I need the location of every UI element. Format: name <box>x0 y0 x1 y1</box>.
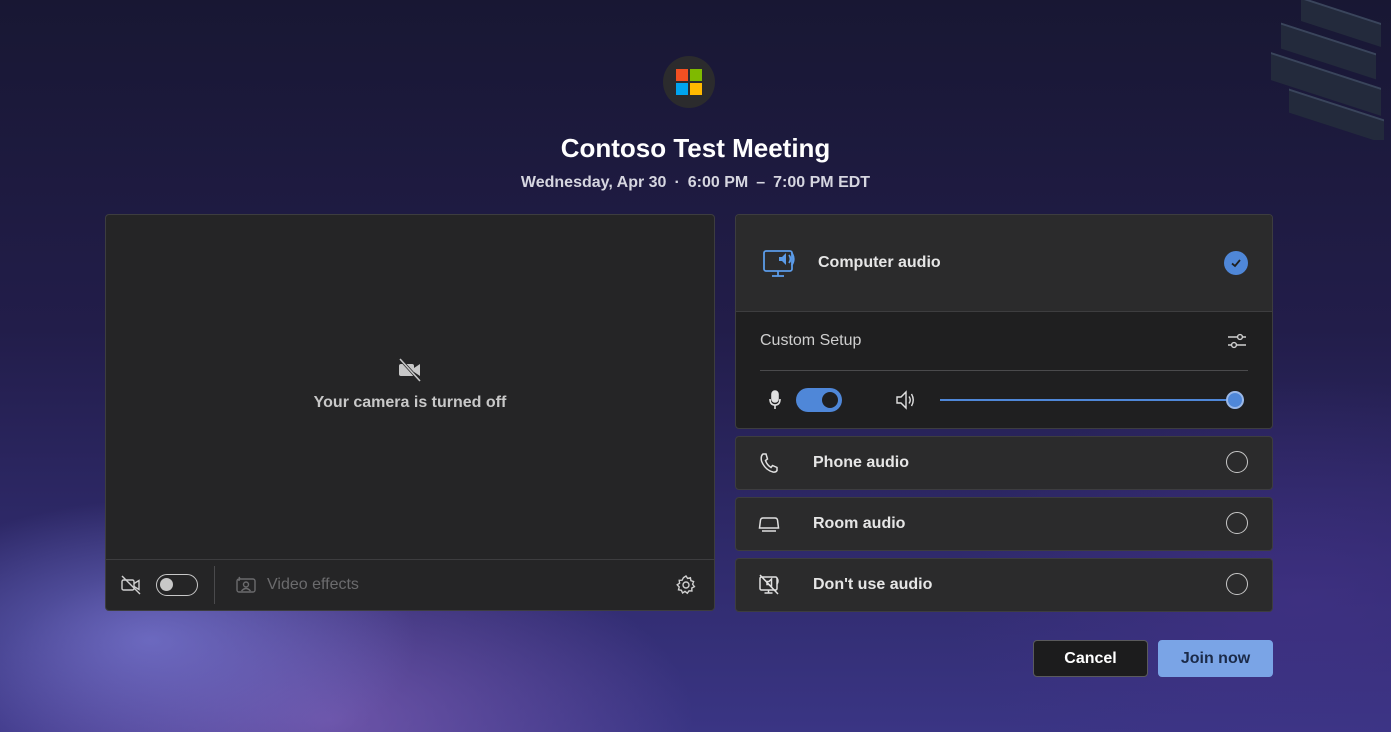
video-effects-button[interactable]: Video effects <box>235 575 359 595</box>
cancel-button[interactable]: Cancel <box>1033 640 1148 677</box>
meeting-time: Wednesday, Apr 30 · 6:00 PM –7:00 PM EDT <box>0 174 1391 192</box>
no-audio-option[interactable]: Don't use audio <box>735 558 1273 612</box>
meeting-end-time: 7:00 PM EDT <box>773 174 871 191</box>
audio-controls <box>736 371 1272 428</box>
phone-audio-option[interactable]: Phone audio <box>735 436 1273 490</box>
logo-square-yellow <box>690 83 702 95</box>
room-audio-option[interactable]: Room audio <box>735 497 1273 551</box>
microphone-icon <box>768 389 782 411</box>
speaker-volume-track <box>940 399 1244 401</box>
microphone-toggle-knob <box>822 392 838 408</box>
no-audio-label: Don't use audio <box>813 576 933 593</box>
logo-square-blue <box>676 83 688 95</box>
audio-settings-sliders-icon[interactable] <box>1226 331 1248 351</box>
computer-audio-icon <box>762 246 798 280</box>
background-decoration <box>1261 0 1391 140</box>
video-effects-label: Video effects <box>267 576 359 593</box>
phone-icon <box>758 452 794 474</box>
phone-audio-radio[interactable] <box>1226 451 1248 473</box>
no-audio-icon <box>758 573 794 597</box>
dot-separator: · <box>674 174 680 191</box>
microsoft-logo <box>663 56 715 108</box>
meeting-date: Wednesday, Apr 30 <box>520 174 667 191</box>
computer-audio-panel: Computer audio Custom Setup <box>735 214 1273 429</box>
custom-setup-label: Custom Setup <box>760 332 862 349</box>
room-device-icon <box>758 514 794 534</box>
room-audio-radio[interactable] <box>1226 512 1248 534</box>
logo-square-green <box>690 69 702 81</box>
camera-off-text: Your camera is turned off <box>313 394 507 411</box>
phone-audio-label: Phone audio <box>813 454 909 471</box>
join-now-button[interactable]: Join now <box>1158 640 1273 677</box>
camera-off-message: Your camera is turned off <box>106 357 714 412</box>
microphone-toggle[interactable] <box>796 388 842 412</box>
computer-audio-option[interactable]: Computer audio <box>736 215 1272 312</box>
meeting-start-time: 6:00 PM <box>687 174 749 191</box>
logo-square-red <box>676 69 688 81</box>
custom-setup-row: Custom Setup <box>760 312 1248 371</box>
meeting-title: Contoso Test Meeting <box>560 133 831 163</box>
speaker-volume-slider[interactable] <box>940 390 1244 410</box>
computer-audio-label: Computer audio <box>818 254 941 271</box>
camera-off-icon <box>397 357 423 387</box>
camera-toggle[interactable] <box>156 574 198 596</box>
speaker-volume-thumb[interactable] <box>1226 391 1244 409</box>
device-settings-icon[interactable] <box>675 574 697 596</box>
toolbar-divider <box>214 566 215 604</box>
video-preview: Your camera is turned off Video effects <box>105 214 715 611</box>
video-effects-icon <box>235 575 257 595</box>
no-audio-radio[interactable] <box>1226 573 1248 595</box>
microsoft-logo-icon <box>676 69 702 95</box>
room-audio-label: Room audio <box>813 515 906 532</box>
computer-audio-selected-check <box>1224 251 1248 275</box>
video-toolbar: Video effects <box>106 559 714 610</box>
checkmark-icon <box>1231 259 1241 268</box>
camera-toggle-knob <box>160 578 173 591</box>
camera-off-small-icon <box>120 574 142 596</box>
time-separator: – <box>756 174 766 191</box>
speaker-icon <box>894 389 916 411</box>
